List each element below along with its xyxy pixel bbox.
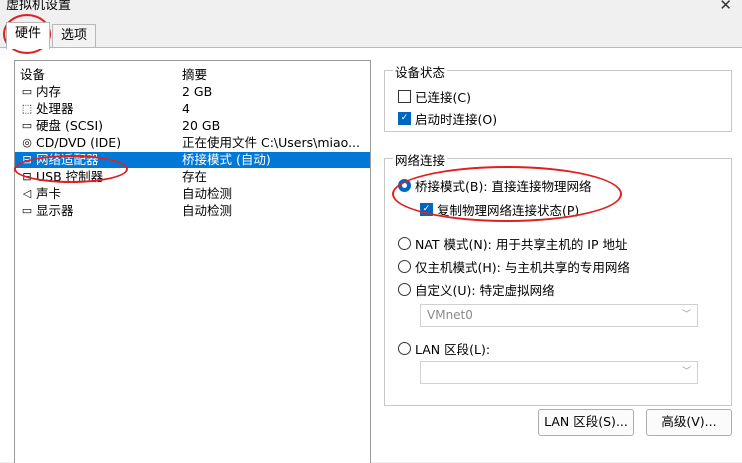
connect-at-power-on-checkbox[interactable]: ✓ 启动时连接(O): [398, 109, 497, 128]
device-row-display[interactable]: ▭ 显示器 自动检测: [15, 203, 370, 219]
device-name: 网络适配器: [36, 152, 99, 167]
tab-hardware[interactable]: 硬件: [6, 22, 51, 49]
replicate-state-label: 复制物理网络连接状态(P): [437, 203, 580, 218]
device-column-header[interactable]: 设备: [20, 64, 45, 83]
cdrom-icon: ◎: [22, 136, 32, 149]
radio-icon: [398, 283, 411, 296]
device-summary: 自动检测: [182, 186, 233, 201]
radio-icon: [398, 342, 411, 355]
radio-selected-icon: [398, 179, 411, 192]
lan-segments-button[interactable]: LAN 区段(S)...: [538, 409, 634, 436]
advanced-button[interactable]: 高级(V)...: [646, 409, 732, 436]
device-summary: 自动检测: [182, 203, 233, 218]
connected-label: 已连接(C): [415, 90, 471, 105]
bridged-mode-label: 桥接模式(B): 直接连接物理网络: [415, 179, 592, 194]
settings-panel: 设备 摘要 ▭ 内存 2 GB ⬚ 处理器 4 ▭ 硬盘 (SCSI) 20 GB ◎…: [0, 47, 742, 463]
network-connection-title: 网络连接: [393, 150, 448, 169]
usb-icon: ⊟: [22, 170, 32, 183]
connected-checkbox[interactable]: 已连接(C): [398, 87, 471, 106]
close-icon[interactable]: ✕: [719, 0, 732, 14]
device-name: 声卡: [36, 186, 62, 201]
title-bar: 虚拟机设置 ✕: [0, 0, 742, 14]
lan-segment-select[interactable]: ﹀: [420, 361, 698, 384]
chevron-down-icon: ﹀: [681, 367, 691, 377]
radio-icon: [398, 237, 411, 250]
device-summary: 正在使用文件 C:\Users\miao...: [182, 135, 360, 150]
device-row-usb[interactable]: ⊟ USB 控制器 存在: [15, 169, 370, 185]
device-summary: 存在: [182, 169, 208, 184]
host-only-radio[interactable]: 仅主机模式(H): 与主机共享的专用网络: [398, 257, 630, 276]
device-name: 显示器: [36, 203, 74, 218]
radio-icon: [398, 260, 411, 273]
custom-network-select[interactable]: VMnet0 ﹀: [420, 304, 698, 327]
device-summary: 桥接模式 (自动): [182, 152, 271, 167]
device-row-memory[interactable]: ▭ 内存 2 GB: [15, 84, 370, 100]
network-adapter-icon: ⊟: [22, 153, 32, 166]
monitor-icon: ▭: [21, 204, 33, 217]
nat-mode-radio[interactable]: NAT 模式(N): 用于共享主机的 IP 地址: [398, 234, 628, 253]
device-name: USB 控制器: [36, 169, 104, 184]
device-status-title: 设备状态: [393, 62, 448, 81]
device-row-sound-card[interactable]: ◁ 声卡 自动检测: [15, 186, 370, 202]
device-row-processor[interactable]: ⬚ 处理器 4: [15, 101, 370, 117]
chevron-down-icon: ﹀: [681, 310, 691, 320]
nat-mode-label: NAT 模式(N): 用于共享主机的 IP 地址: [415, 237, 628, 252]
device-row-network-adapter[interactable]: ⊟ 网络适配器 桥接模式 (自动): [15, 152, 370, 168]
cpu-icon: ⬚: [21, 102, 33, 115]
device-name: 硬盘 (SCSI): [36, 118, 104, 133]
device-list-header: 设备 摘要: [15, 64, 370, 83]
bridged-mode-radio[interactable]: 桥接模式(B): 直接连接物理网络: [398, 176, 592, 195]
checkmark-icon: ✓: [420, 203, 433, 216]
tab-options[interactable]: 选项: [52, 24, 97, 47]
custom-network-value: VMnet0: [427, 308, 473, 322]
device-summary: 20 GB: [182, 118, 221, 133]
lan-segment-radio[interactable]: LAN 区段(L):: [398, 339, 490, 358]
custom-network-label: 自定义(U): 特定虚拟网络: [415, 283, 555, 298]
device-summary: 2 GB: [182, 84, 213, 99]
device-name: 处理器: [36, 101, 74, 116]
device-summary: 4: [182, 101, 190, 116]
window-title: 虚拟机设置: [6, 0, 72, 13]
checkbox-box: [398, 90, 411, 103]
device-name: 内存: [36, 84, 62, 99]
checkmark-icon: ✓: [398, 112, 411, 125]
device-row-cd-dvd[interactable]: ◎ CD/DVD (IDE) 正在使用文件 C:\Users\miao...: [15, 135, 370, 151]
custom-network-radio[interactable]: 自定义(U): 特定虚拟网络: [398, 280, 555, 299]
lan-segment-label: LAN 区段(L):: [415, 342, 491, 357]
device-name: CD/DVD (IDE): [36, 135, 122, 150]
host-only-label: 仅主机模式(H): 与主机共享的专用网络: [415, 260, 630, 275]
device-row-hard-disk[interactable]: ▭ 硬盘 (SCSI) 20 GB: [15, 118, 370, 134]
tab-strip: 硬件 选项: [0, 20, 742, 49]
summary-column-header[interactable]: 摘要: [182, 64, 207, 83]
memory-icon: ▭: [21, 85, 33, 98]
replicate-state-checkbox[interactable]: ✓ 复制物理网络连接状态(P): [420, 200, 579, 219]
device-list: 设备 摘要 ▭ 内存 2 GB ⬚ 处理器 4 ▭ 硬盘 (SCSI) 20 GB ◎…: [14, 60, 371, 463]
disk-icon: ▭: [21, 119, 33, 132]
connect-at-power-on-label: 启动时连接(O): [415, 112, 498, 127]
speaker-icon: ◁: [22, 187, 32, 200]
